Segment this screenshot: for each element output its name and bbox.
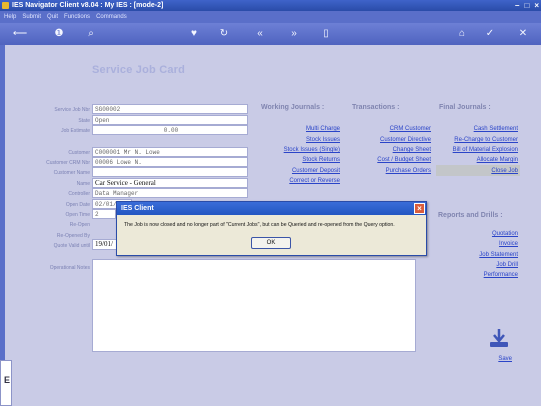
link-crm-customer[interactable]: CRM Customer (352, 126, 431, 132)
job-estimate-field[interactable]: 0.00 (92, 125, 248, 135)
sidebar-tile[interactable]: E (0, 360, 12, 406)
link-purchase-orders[interactable]: Purchase Orders (352, 168, 431, 174)
rewind-icon[interactable]: « (253, 27, 267, 41)
link-change-sheet[interactable]: Change Sheet (352, 147, 431, 153)
back-arrow-icon[interactable]: ⟵ (10, 27, 30, 41)
info-dialog: IES Client × The Job is now closed and n… (116, 201, 427, 256)
link-job-statement[interactable]: Job Statement (436, 252, 518, 258)
link-correct-or-reverse[interactable]: Correct or Reverse (262, 178, 340, 184)
dialog-ok-button[interactable]: OK (251, 237, 291, 249)
label-re-opened-by: Re-Opened By (56, 233, 90, 239)
customer-name-field[interactable] (92, 167, 248, 177)
dialog-message: The Job is now closed and no longer part… (124, 222, 395, 228)
working-journals-heading: Working Journals : (261, 104, 325, 111)
toolbar: ⟵ ❶ ⌕ ♥ ↻ « » ▯ ⌂ ✓ ✕ (0, 23, 541, 45)
fast-forward-icon[interactable]: » (287, 27, 301, 41)
label-customer-name: Customer Name (53, 170, 90, 176)
toolbar-close-icon[interactable]: ✕ (516, 27, 530, 41)
dialog-close-button[interactable]: × (414, 203, 425, 214)
window-title: IES Navigator Client v8.04 : My IES : [m… (12, 2, 164, 9)
reports-drills-heading: Reports and Drills : (438, 212, 503, 219)
menu-help[interactable]: Help (4, 11, 16, 23)
link-job-drill[interactable]: Job Drill (436, 262, 518, 268)
link-multi-charge[interactable]: Multi Charge (262, 126, 340, 132)
open-time-field[interactable]: 2 (92, 209, 116, 219)
transactions-heading: Transactions : (352, 104, 400, 111)
search-icon[interactable]: ⌕ (84, 27, 98, 41)
refresh-icon[interactable]: ↻ (217, 27, 231, 41)
label-service-job-nbr: Service Job Nbr (54, 107, 90, 113)
sidebar-tile-letter: E (4, 375, 11, 385)
menu-commands[interactable]: Commands (96, 11, 127, 23)
link-cash-settlement[interactable]: Cash Settlement (436, 126, 518, 132)
link-stock-returns[interactable]: Stock Returns (262, 157, 340, 163)
label-state: State (78, 118, 90, 124)
label-customer-crm-nbr: Customer CRM Nbr (46, 160, 90, 166)
left-sidebar: E (0, 45, 12, 406)
save-link[interactable]: Save (480, 356, 512, 362)
menu-functions[interactable]: Functions (64, 11, 90, 23)
save-icon[interactable] (487, 326, 511, 350)
final-journals-heading: Final Journals : (439, 104, 491, 111)
maximize-button[interactable]: □ (524, 1, 529, 10)
menu-quit[interactable]: Quit (47, 11, 58, 23)
link-allocate-margin[interactable]: Allocate Margin (436, 157, 518, 163)
service-job-nbr-field[interactable]: SG00002 (92, 104, 248, 114)
link-bill-of-material-explosion[interactable]: Bill of Material Explosion (436, 147, 518, 153)
customer-crm-nbr-field[interactable]: 00006 Lowe N. (92, 157, 248, 167)
controller-field[interactable]: Data Manager (92, 188, 248, 198)
label-open-date: Open Date (65, 202, 90, 208)
window-titlebar: IES Navigator Client v8.04 : My IES : [m… (0, 0, 541, 11)
home-icon[interactable]: ⌂ (455, 27, 469, 41)
link-re-charge-to-customer[interactable]: Re-Charge to Customer (436, 137, 518, 143)
label-controller: Controller (68, 191, 90, 197)
dialog-title: IES Client (121, 205, 154, 212)
menu-submit[interactable]: Submit (22, 11, 41, 23)
label-job-estimate: Job Estimate (61, 128, 90, 134)
link-performance[interactable]: Performance (436, 272, 518, 278)
state-field[interactable]: Open (92, 115, 248, 125)
minimize-button[interactable]: – (515, 1, 519, 10)
name-field[interactable]: Car Service - General (92, 178, 248, 188)
page-title: Service Job Card (92, 64, 186, 76)
label-quote-valid-until: Quote Valid until (53, 243, 90, 249)
link-quotation[interactable]: Quotation (436, 231, 518, 237)
customer-field[interactable]: C000001 Mr N. Lowe (92, 147, 248, 157)
label-re-open: Re-Open (69, 222, 90, 228)
link-customer-deposit[interactable]: Customer Deposit (262, 168, 340, 174)
label-name: Name (76, 181, 90, 187)
heart-icon[interactable]: ♥ (187, 27, 201, 41)
info-icon[interactable]: ❶ (52, 27, 66, 41)
link-stock-issues-single[interactable]: Stock Issues (Single) (262, 147, 340, 153)
label-operational-notes: Operational Notes (49, 265, 90, 271)
label-open-time: Open Time (65, 212, 90, 218)
check-icon[interactable]: ✓ (483, 27, 497, 41)
link-invoice[interactable]: Invoice (436, 241, 518, 247)
label-customer: Customer (68, 150, 90, 156)
app-icon (2, 2, 9, 9)
link-close-job[interactable]: Close Job (436, 168, 518, 174)
link-cost-budget-sheet[interactable]: Cost / Budget Sheet (352, 157, 431, 163)
link-stock-issues[interactable]: Stock Issues (262, 137, 340, 143)
dialog-titlebar: IES Client × (117, 202, 426, 215)
operational-notes-textarea[interactable] (92, 259, 416, 352)
document-icon[interactable]: ▯ (319, 27, 333, 41)
link-customer-directive[interactable]: Customer Directive (352, 137, 431, 143)
close-window-button[interactable]: × (534, 1, 539, 10)
menu-bar: Help Submit Quit Functions Commands (0, 11, 541, 23)
